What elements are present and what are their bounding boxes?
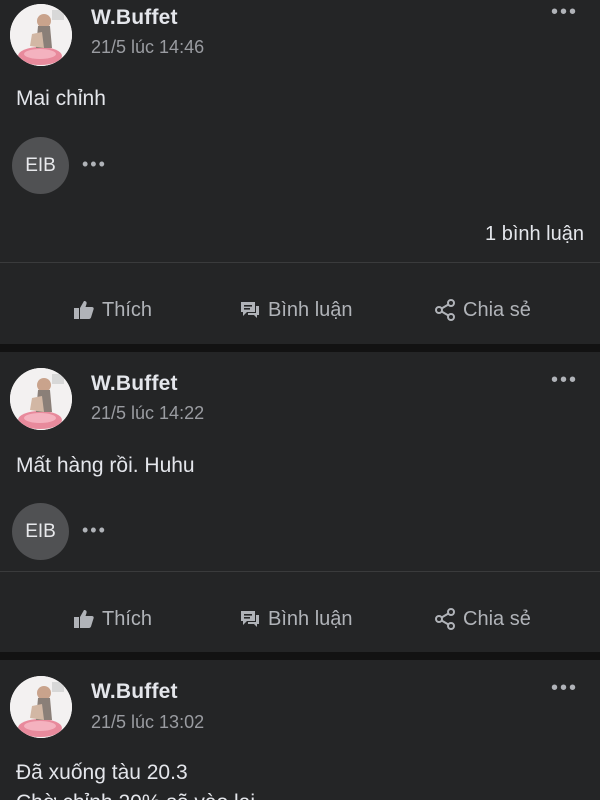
share-label: Chia sẻ — [463, 298, 531, 321]
comment-bubble-icon — [241, 611, 259, 627]
post-timestamp[interactable]: 21/5 lúc 13:02 — [91, 712, 204, 733]
post-card: W.Buffet 21/5 lúc 14:22 ••• Mất hàng rồi… — [0, 352, 600, 652]
post-author[interactable]: W.Buffet — [91, 372, 178, 396]
author-avatar[interactable] — [10, 4, 72, 66]
post-actions-bar: Thích Bình luận Chia sẻ — [0, 288, 600, 332]
post-actions-bar: Thích Bình luận Chia sẻ — [0, 597, 600, 641]
more-options-icon[interactable]: ••• — [551, 2, 578, 22]
more-options-icon[interactable]: ••• — [551, 370, 578, 390]
post-author[interactable]: W.Buffet — [91, 680, 178, 704]
share-icon — [435, 299, 455, 321]
post-card: W.Buffet 21/5 lúc 14:46 ••• Mai chỉnh EI… — [0, 0, 600, 344]
share-label: Chia sẻ — [463, 607, 531, 630]
comment-bubble-icon — [241, 302, 259, 318]
avatar-image — [10, 4, 72, 66]
more-options-icon[interactable]: ••• — [82, 154, 107, 175]
commenter-avatar[interactable]: EIB — [12, 503, 69, 560]
comment-count-link[interactable]: 1 bình luận — [485, 223, 584, 246]
post-timestamp[interactable]: 21/5 lúc 14:22 — [91, 403, 204, 424]
more-options-icon[interactable]: ••• — [82, 520, 107, 541]
like-button[interactable]: Thích — [72, 597, 152, 641]
post-text: Mai chỉnh — [16, 87, 106, 110]
post-text: Mất hàng rồi. Huhu — [16, 454, 195, 477]
share-icon — [435, 608, 455, 630]
thumbs-up-icon — [74, 301, 94, 319]
like-label: Thích — [102, 607, 153, 630]
comment-label: Bình luận — [268, 298, 353, 321]
post-text: Chờ chỉnh 20% sẽ vào lại — [16, 791, 255, 800]
post-timestamp[interactable]: 21/5 lúc 14:46 — [91, 37, 204, 58]
avatar-image — [10, 368, 72, 430]
comment-button[interactable]: Bình luận — [238, 288, 353, 332]
share-button[interactable]: Chia sẻ — [433, 597, 531, 641]
divider — [0, 571, 600, 572]
comment-label: Bình luận — [268, 607, 353, 630]
commenter-avatar[interactable]: EIB — [12, 137, 69, 194]
divider — [0, 262, 600, 263]
post-author[interactable]: W.Buffet — [91, 6, 178, 30]
post-card: W.Buffet 21/5 lúc 13:02 ••• Đã xuống tàu… — [0, 660, 600, 800]
avatar-image — [10, 676, 72, 738]
more-options-icon[interactable]: ••• — [551, 678, 578, 698]
comment-button[interactable]: Bình luận — [238, 597, 353, 641]
like-button[interactable]: Thích — [72, 288, 152, 332]
author-avatar[interactable] — [10, 676, 72, 738]
share-button[interactable]: Chia sẻ — [433, 288, 531, 332]
thumbs-up-icon — [74, 610, 94, 628]
post-text: Đã xuống tàu 20.3 — [16, 761, 188, 784]
like-label: Thích — [102, 298, 153, 321]
news-feed: W.Buffet 21/5 lúc 14:46 ••• Mai chỉnh EI… — [0, 0, 600, 800]
author-avatar[interactable] — [10, 368, 72, 430]
